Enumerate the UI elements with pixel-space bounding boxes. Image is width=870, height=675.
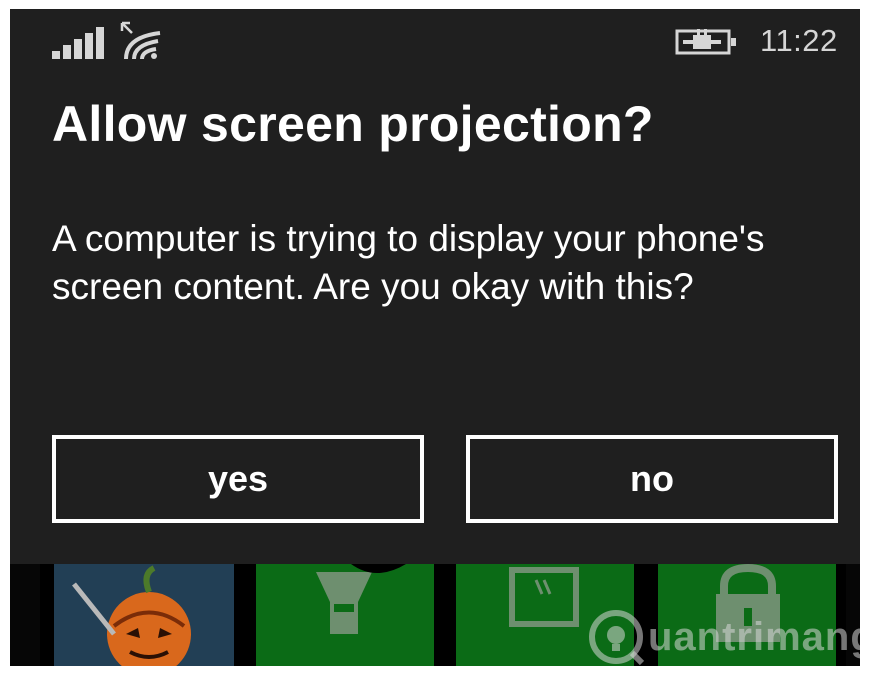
watermark-logo-icon [589,610,645,666]
dialog-title: Allow screen projection? [52,96,654,152]
signal-strength-icon [52,27,104,59]
flashlight-icon [316,564,406,634]
wifi-projection-icon [120,21,161,59]
game-tile[interactable] [54,564,234,666]
watermark: uantrimang [586,607,860,666]
tile-edge-left [10,564,40,666]
watermark-text: uantrimang [648,615,860,659]
projection-dialog: 11:22 Allow screen projection? A compute… [10,9,860,564]
dialog-message: A computer is trying to display your pho… [52,218,765,307]
no-button[interactable]: no [466,435,838,523]
status-clock: 11:22 [760,23,838,58]
battery-charging-icon [675,29,736,55]
phone-screen: 11:22 Allow screen projection? A compute… [10,9,860,666]
status-bar: 11:22 [10,9,860,71]
yes-button[interactable]: yes [52,435,424,523]
game-tile-icon [54,564,234,666]
flashlight-tile[interactable] [256,564,434,666]
